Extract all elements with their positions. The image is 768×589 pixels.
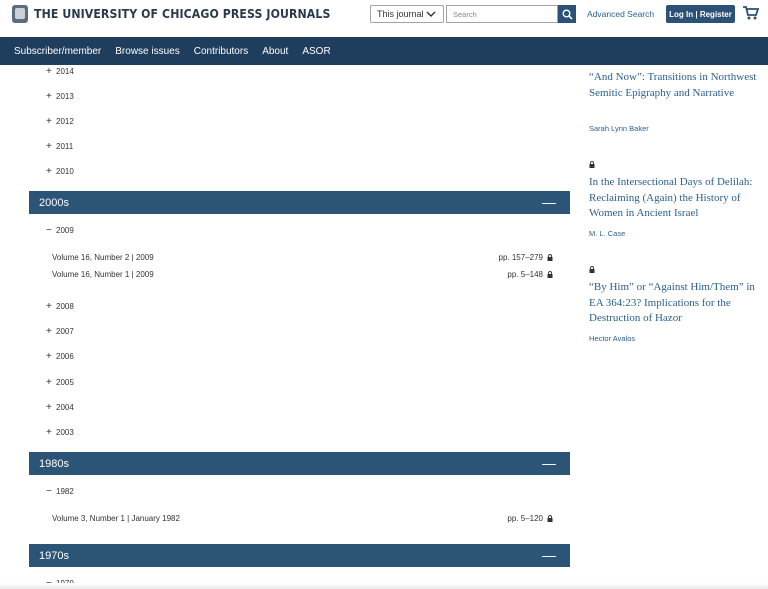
site-logo[interactable]: THE UNIVERSITY OF CHICAGO PRESS JOURNALS	[12, 5, 363, 23]
year-label: 2011	[56, 142, 74, 151]
decade-header-1980s[interactable]: 1980s —	[29, 452, 570, 475]
year-toggle-2013[interactable]: +2013	[46, 90, 74, 102]
expand-icon: +	[46, 140, 52, 152]
expand-icon: +	[46, 165, 52, 177]
expand-icon: +	[46, 90, 52, 102]
issue-pages: pp. 157–279	[498, 253, 544, 262]
expand-icon: +	[46, 426, 52, 438]
main-nav: Subscriber/member Browse issues Contribu…	[0, 37, 768, 65]
article-title-link[interactable]: “By Him” or “Against Him/Them” in EA 364…	[589, 280, 759, 327]
lock-icon	[589, 161, 595, 168]
article-author[interactable]: Sarah Lynn Baker	[589, 124, 649, 133]
year-toggle-2008[interactable]: +2008	[46, 300, 74, 312]
collapse-icon: —	[542, 547, 556, 563]
search-placeholder: Search	[453, 9, 477, 19]
expand-icon: +	[46, 325, 52, 337]
year-label: 2014	[56, 67, 74, 76]
decade-header-1970s[interactable]: 1970s —	[29, 544, 570, 567]
login-register-button[interactable]: Log In | Register	[666, 5, 735, 23]
search-input[interactable]: Search	[446, 5, 558, 23]
advanced-search-link[interactable]: Advanced Search	[587, 9, 654, 19]
year-toggle-2010[interactable]: +2010	[46, 165, 74, 177]
year-toggle-2007[interactable]: +2007	[46, 325, 74, 337]
year-label: 2013	[56, 92, 74, 101]
year-toggle-2006[interactable]: +2006	[46, 350, 74, 362]
search-button[interactable]	[558, 5, 576, 23]
issue-link[interactable]: Volume 3, Number 1 | January 1982	[52, 514, 180, 523]
issue-link[interactable]: Volume 16, Number 2 | 2009	[52, 253, 154, 262]
year-label: 2006	[56, 352, 74, 361]
university-seal-icon	[12, 5, 28, 23]
lock-icon	[547, 271, 553, 278]
expand-icon: +	[46, 300, 52, 312]
cart-icon[interactable]	[742, 5, 760, 21]
expand-icon: +	[46, 65, 52, 77]
expand-icon: +	[46, 401, 52, 413]
chevron-down-icon	[426, 8, 436, 23]
year-toggle-2014[interactable]: +2014	[46, 65, 74, 77]
collapse-icon: −	[46, 224, 52, 236]
logo-text: THE UNIVERSITY OF CHICAGO PRESS JOURNALS	[34, 7, 331, 21]
year-label: 1982	[56, 487, 74, 496]
year-label: 2009	[56, 226, 74, 235]
expand-icon: +	[46, 376, 52, 388]
issue-pages: pp. 5–120	[507, 514, 543, 523]
expand-icon: +	[46, 115, 52, 127]
year-label: 2003	[56, 428, 74, 437]
lock-icon	[589, 266, 595, 273]
search-scope-select[interactable]: This journal	[370, 5, 444, 23]
year-label: 2005	[56, 378, 74, 387]
collapse-icon: —	[542, 455, 556, 471]
year-label: 2012	[56, 117, 74, 126]
search-scope-value: This journal	[377, 9, 424, 19]
nav-contributors[interactable]: Contributors	[194, 46, 248, 57]
year-toggle-2012[interactable]: +2012	[46, 115, 74, 127]
issue-pages: pp. 5–148	[507, 270, 543, 279]
issue-row[interactable]: Volume 16, Number 1 | 2009 pp. 5–148	[52, 270, 555, 282]
site-header: THE UNIVERSITY OF CHICAGO PRESS JOURNALS…	[0, 0, 768, 37]
year-toggle-2003[interactable]: +2003	[46, 426, 74, 438]
search-icon	[562, 9, 573, 20]
nav-subscriber-member[interactable]: Subscriber/member	[14, 46, 101, 57]
decade-label: 1970s	[39, 549, 69, 562]
expand-icon: +	[46, 350, 52, 362]
bottom-shadow	[0, 583, 768, 589]
decade-label: 1980s	[39, 457, 69, 470]
year-toggle-2011[interactable]: +2011	[46, 140, 74, 152]
year-label: 2007	[56, 327, 74, 336]
article-author[interactable]: Hector Avalos	[589, 334, 635, 343]
lock-icon	[547, 254, 553, 261]
decade-header-2000s[interactable]: 2000s —	[29, 191, 570, 214]
year-toggle-2004[interactable]: +2004	[46, 401, 74, 413]
issue-row[interactable]: Volume 3, Number 1 | January 1982 pp. 5–…	[52, 514, 555, 526]
year-toggle-2009[interactable]: −2009	[46, 224, 74, 236]
nav-asor[interactable]: ASOR	[302, 46, 330, 57]
year-label: 2008	[56, 302, 74, 311]
decade-label: 2000s	[39, 196, 69, 209]
year-toggle-2005[interactable]: +2005	[46, 376, 74, 388]
year-label: 2004	[56, 403, 74, 412]
lock-icon	[547, 515, 553, 522]
article-title-link[interactable]: In the Intersectional Days of Delilah: R…	[589, 175, 759, 222]
nav-browse-issues[interactable]: Browse issues	[115, 46, 179, 57]
article-title-link[interactable]: “And Now”: Transitions in Northwest Semi…	[589, 70, 759, 101]
collapse-icon: −	[46, 485, 52, 497]
issue-row[interactable]: Volume 16, Number 2 | 2009 pp. 157–279	[52, 253, 555, 265]
article-author[interactable]: M. L. Case	[589, 229, 625, 238]
collapse-icon: —	[542, 194, 556, 210]
nav-about[interactable]: About	[262, 46, 288, 57]
year-toggle-1982[interactable]: −1982	[46, 485, 74, 497]
year-label: 2010	[56, 167, 74, 176]
issue-link[interactable]: Volume 16, Number 1 | 2009	[52, 270, 154, 279]
